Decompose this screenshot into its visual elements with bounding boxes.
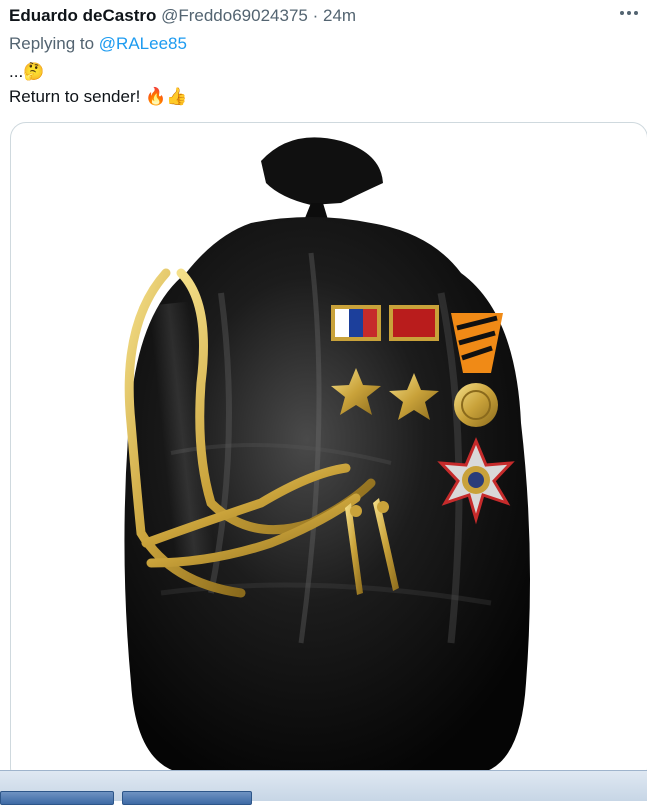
tweet-image[interactable] [10, 122, 647, 784]
thinking-face-emoji: 🤔 [23, 62, 45, 81]
timestamp[interactable]: 24m [323, 6, 356, 25]
trash-bag-with-medals-image [124, 137, 531, 773]
reply-mention-link[interactable]: @RALee85 [99, 34, 187, 53]
tweet-header: Eduardo deCastro @Freddo69024375 · 24m [9, 5, 638, 27]
tweet-text-line2: Return to sender! 🔥👍 [9, 86, 187, 108]
fire-thumbs-emoji: 🔥👍 [145, 87, 188, 106]
more-options-icon[interactable] [617, 6, 641, 20]
author-name[interactable]: Eduardo deCastro [9, 6, 156, 25]
os-taskbar [0, 770, 647, 805]
taskbar-item[interactable] [122, 791, 252, 805]
replying-to: Replying to @RALee85 [9, 33, 187, 55]
bag-knot [261, 137, 383, 205]
tweet-text: Return to sender! [9, 87, 141, 106]
replying-prefix: Replying to [9, 34, 95, 53]
ellipsis-text: ... [9, 62, 24, 81]
tweet-text-line1: ...🤔 [9, 61, 44, 83]
separator: · [312, 6, 319, 25]
tweet[interactable]: Eduardo deCastro @Freddo69024375 · 24m R… [0, 0, 647, 784]
author-handle[interactable]: @Freddo69024375 [161, 6, 308, 25]
taskbar-item[interactable] [0, 791, 114, 805]
